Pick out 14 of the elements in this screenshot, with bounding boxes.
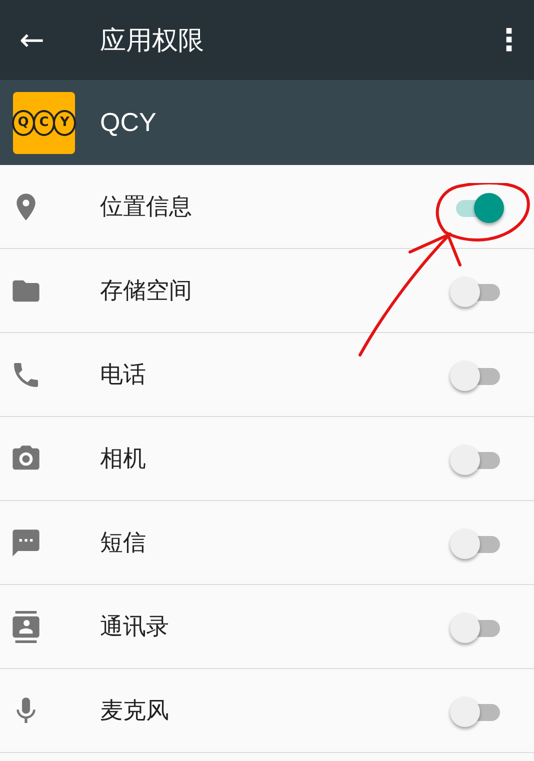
- contacts-icon: [10, 610, 42, 642]
- message-icon: [10, 526, 42, 558]
- page-title: 应用权限: [100, 24, 205, 58]
- permission-label: 位置信息: [100, 193, 193, 222]
- app-name: QCY: [100, 107, 156, 138]
- permission-label: 麦克风: [100, 697, 170, 726]
- permission-label: 通讯录: [100, 613, 170, 642]
- back-button[interactable]: ←: [0, 22, 64, 58]
- permission-label: 电话: [100, 361, 147, 390]
- menu-button[interactable]: ⋮: [494, 22, 524, 58]
- permission-label: 存储空间: [100, 277, 193, 306]
- permission-label: 相机: [100, 445, 147, 474]
- permission-label: 短信: [100, 529, 147, 558]
- app-logo: Q C Y: [13, 92, 75, 154]
